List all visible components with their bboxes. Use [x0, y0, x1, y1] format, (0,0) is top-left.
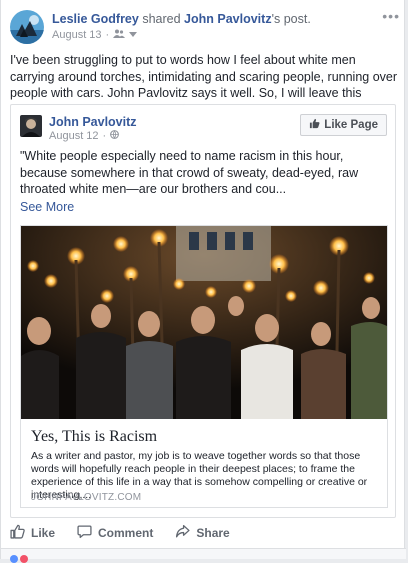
author-avatar[interactable]	[10, 10, 44, 44]
shared-suffix: 's post.	[271, 12, 311, 26]
like-reaction-icon	[10, 555, 18, 563]
like-page-button[interactable]: Like Page	[300, 114, 387, 136]
link-preview-image[interactable]	[21, 226, 387, 419]
share-icon	[175, 524, 190, 542]
post-date[interactable]: August 13	[52, 29, 102, 41]
see-more-link[interactable]: See More	[20, 200, 74, 214]
shared-author-name[interactable]: John Pavlovitz	[49, 115, 137, 129]
thumbs-up-icon	[309, 118, 320, 132]
author-name[interactable]: Leslie Godfrey	[52, 12, 139, 26]
comment-button[interactable]: Comment	[77, 524, 153, 542]
friends-icon	[113, 29, 126, 41]
link-title[interactable]: Yes, This is Racism	[31, 428, 157, 446]
reactions-strip	[1, 548, 406, 563]
comment-icon	[77, 524, 92, 542]
shared-post-text: "White people especially need to name ra…	[20, 149, 359, 196]
like-button[interactable]: Like	[10, 524, 55, 542]
shared-post-date[interactable]: August 12	[49, 130, 99, 142]
globe-icon	[110, 130, 120, 142]
share-action-text: shared	[142, 12, 181, 26]
like-label: Like	[31, 526, 56, 540]
feed-post: Leslie Godfrey shared John Pavlovitz's p…	[0, 0, 406, 563]
post-header-line: Leslie Godfrey shared John Pavlovitz's p…	[52, 11, 311, 27]
post-header: Leslie Godfrey shared John Pavlovitz's p…	[10, 9, 400, 44]
post-meta: August 13 ·	[52, 29, 138, 41]
post-actions: Like Comment Share	[10, 522, 400, 544]
love-reaction-icon	[20, 555, 28, 563]
like-page-label: Like Page	[324, 119, 378, 131]
shared-from-name[interactable]: John Pavlovitz	[184, 12, 272, 26]
link-domain: JOHNPAVLOVITZ.COM	[31, 492, 142, 503]
like-icon	[10, 524, 25, 542]
audience-dropdown-icon[interactable]	[129, 29, 138, 41]
shared-post-meta: August 12 ·	[49, 130, 120, 142]
share-label: Share	[196, 526, 230, 540]
comment-label: Comment	[98, 526, 154, 540]
more-options-icon[interactable]: •••	[382, 9, 400, 23]
shared-author-avatar[interactable]	[20, 115, 42, 137]
link-preview-card[interactable]: Yes, This is Racism As a writer and past…	[20, 225, 388, 508]
share-button[interactable]: Share	[175, 524, 230, 542]
shared-post: John Pavlovitz August 12 · Like Page "Wh…	[10, 104, 396, 518]
